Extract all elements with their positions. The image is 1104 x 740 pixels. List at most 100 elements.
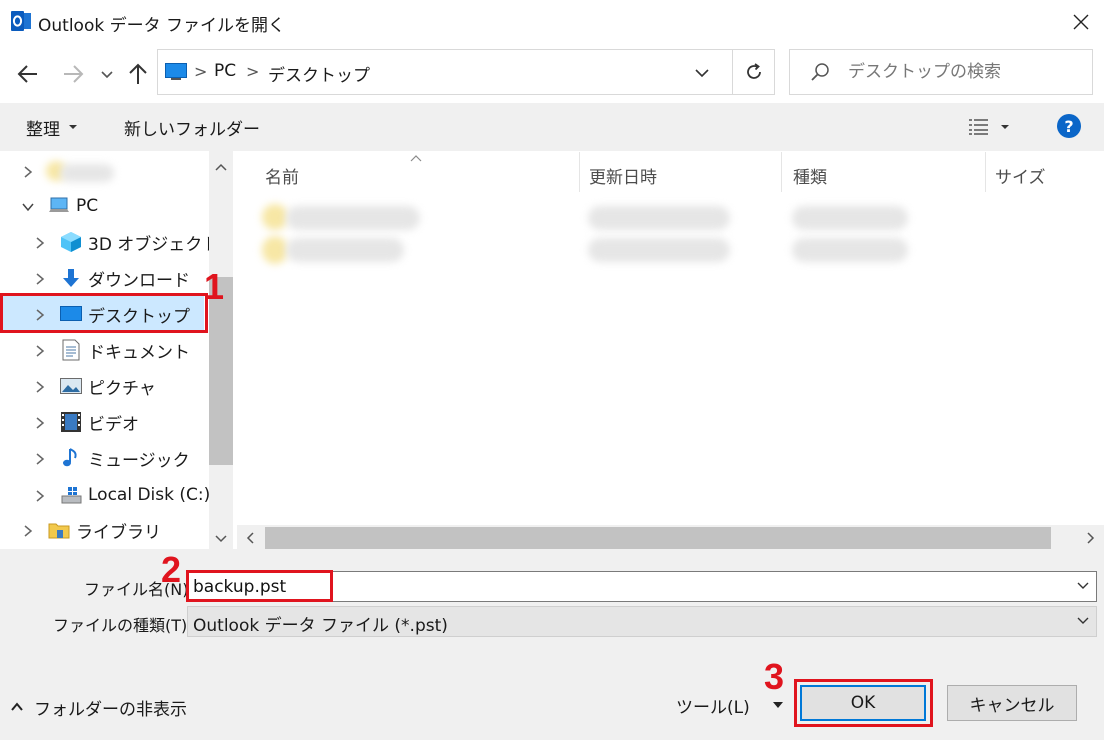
tree-item-pc[interactable]: PC (48, 189, 98, 223)
arrow-right-icon (64, 65, 84, 83)
refresh-button[interactable] (732, 49, 775, 95)
organize-label: 整理 (26, 119, 60, 140)
address-dropdown-button[interactable] (690, 62, 714, 84)
tree-item-pictures[interactable]: ピクチャ (60, 369, 156, 403)
refresh-icon (747, 63, 761, 79)
forward-button[interactable] (58, 60, 90, 88)
organize-button[interactable]: 整理 (18, 110, 86, 144)
column-modified[interactable]: 更新日時 (589, 163, 657, 188)
breadcrumb-pc[interactable]: PC (214, 61, 236, 81)
tree-item-label: ダウンロード (88, 270, 190, 291)
new-folder-label: 新しいフォルダー (124, 119, 260, 140)
annotation-box-2 (186, 570, 333, 602)
tree-item-documents[interactable]: ドキュメント (60, 333, 190, 367)
filename-dropdown-button[interactable] (1073, 576, 1093, 596)
breadcrumb-separator[interactable]: > (246, 62, 259, 81)
recent-locations-button[interactable] (98, 62, 116, 86)
new-folder-button[interactable]: 新しいフォルダー (116, 110, 268, 144)
blurred-file-type (792, 206, 908, 230)
chevron-right-icon[interactable] (21, 523, 35, 537)
tree-item-library[interactable]: ライブラリ (48, 513, 161, 547)
column-divider[interactable] (579, 152, 580, 192)
scroll-up-icon[interactable] (213, 159, 229, 178)
annotation-step-1: 1 (204, 266, 225, 307)
chevron-right-icon[interactable] (33, 343, 47, 357)
pictures-icon (60, 378, 82, 394)
chevron-down-icon (1077, 617, 1089, 624)
tree-item-label: 3D オブジェクト (88, 234, 220, 255)
sort-ascending-icon (409, 148, 423, 167)
tools-label: ツール(L) (676, 697, 750, 718)
tree-item-downloads[interactable]: ダウンロード (60, 261, 190, 295)
scroll-down-icon[interactable] (213, 531, 229, 550)
column-divider[interactable] (781, 152, 782, 192)
scroll-right-icon[interactable] (1084, 530, 1098, 550)
chevron-right-icon[interactable] (21, 164, 35, 178)
blurred-file-type (792, 238, 908, 262)
help-button[interactable]: ? (1057, 114, 1081, 138)
disk-icon (61, 487, 82, 504)
tree-item-local-disk[interactable]: Local Disk (C:) (60, 478, 210, 512)
caret-down-icon (1001, 125, 1009, 129)
chevron-right-icon[interactable] (33, 451, 47, 465)
close-button[interactable] (1058, 0, 1104, 44)
caret-down-icon (772, 702, 783, 708)
chevron-right-icon[interactable] (33, 415, 47, 429)
change-view-button[interactable] (962, 112, 1022, 142)
window-title: Outlook データ ファイルを開く (38, 16, 285, 36)
tree-item-label: ドキュメント (88, 342, 190, 363)
blurred-label[interactable] (60, 164, 114, 182)
cancel-button[interactable]: キャンセル (947, 685, 1077, 721)
search-input[interactable] (842, 52, 1087, 92)
chevron-right-icon[interactable] (33, 235, 47, 249)
column-name[interactable]: 名前 (265, 163, 299, 188)
annotation-step-3: 3 (764, 656, 785, 697)
hide-folders-label: フォルダーの非表示 (34, 699, 187, 720)
tree-item-label: Local Disk (C:) (88, 485, 211, 505)
column-divider[interactable] (985, 152, 986, 192)
tree-item-3d-objects[interactable]: 3D オブジェクト (60, 225, 219, 259)
blurred-file-name[interactable] (286, 206, 420, 230)
up-button[interactable] (124, 60, 152, 88)
download-icon (63, 269, 79, 287)
filetype-dropdown-button[interactable] (1073, 611, 1093, 631)
filetype-label: ファイルの種類(T): (53, 616, 193, 635)
list-view-icon (969, 119, 988, 135)
hscrollbar-thumb[interactable] (265, 527, 1051, 549)
hide-folders-button[interactable]: フォルダーの非表示 (10, 694, 187, 720)
annotation-step-2: 2 (161, 549, 182, 590)
chevron-right-icon[interactable] (33, 488, 47, 502)
chevron-down-icon (695, 69, 709, 78)
tree-item-music[interactable]: ミュージック (60, 441, 190, 475)
library-icon (48, 523, 70, 539)
tree-item-label: ライブラリ (76, 522, 161, 543)
blurred-file-icon (262, 236, 288, 264)
breadcrumb-separator[interactable]: > (194, 62, 207, 81)
arrow-up-icon (129, 63, 147, 84)
close-icon (1073, 14, 1089, 30)
annotation-box-3 (794, 679, 933, 727)
music-icon (63, 448, 77, 467)
3d-objects-icon (61, 232, 81, 252)
back-button[interactable] (12, 60, 44, 88)
chevron-up-icon (11, 702, 23, 711)
tree-item-videos[interactable]: ビデオ (60, 405, 139, 439)
arrow-left-icon (17, 65, 37, 83)
scroll-left-icon[interactable] (243, 530, 257, 550)
filetype-value[interactable]: Outlook データ ファイル (*.pst) (193, 611, 448, 636)
chevron-down-icon[interactable] (21, 199, 35, 213)
search-icon (810, 62, 830, 82)
tree-item-label: ピクチャ (88, 378, 156, 399)
caret-down-icon (69, 125, 77, 129)
blurred-file-icon (262, 204, 288, 230)
tree-item-label: PC (76, 196, 99, 216)
breadcrumb-desktop[interactable]: デスクトップ (268, 61, 370, 86)
blurred-file-date (588, 206, 730, 230)
chevron-right-icon[interactable] (33, 379, 47, 393)
chevron-down-icon (101, 71, 113, 79)
column-type[interactable]: 種類 (793, 163, 827, 188)
column-size[interactable]: サイズ (995, 163, 1046, 188)
chevron-right-icon[interactable] (33, 271, 47, 285)
video-icon (61, 412, 81, 432)
blurred-file-name[interactable] (286, 238, 404, 262)
